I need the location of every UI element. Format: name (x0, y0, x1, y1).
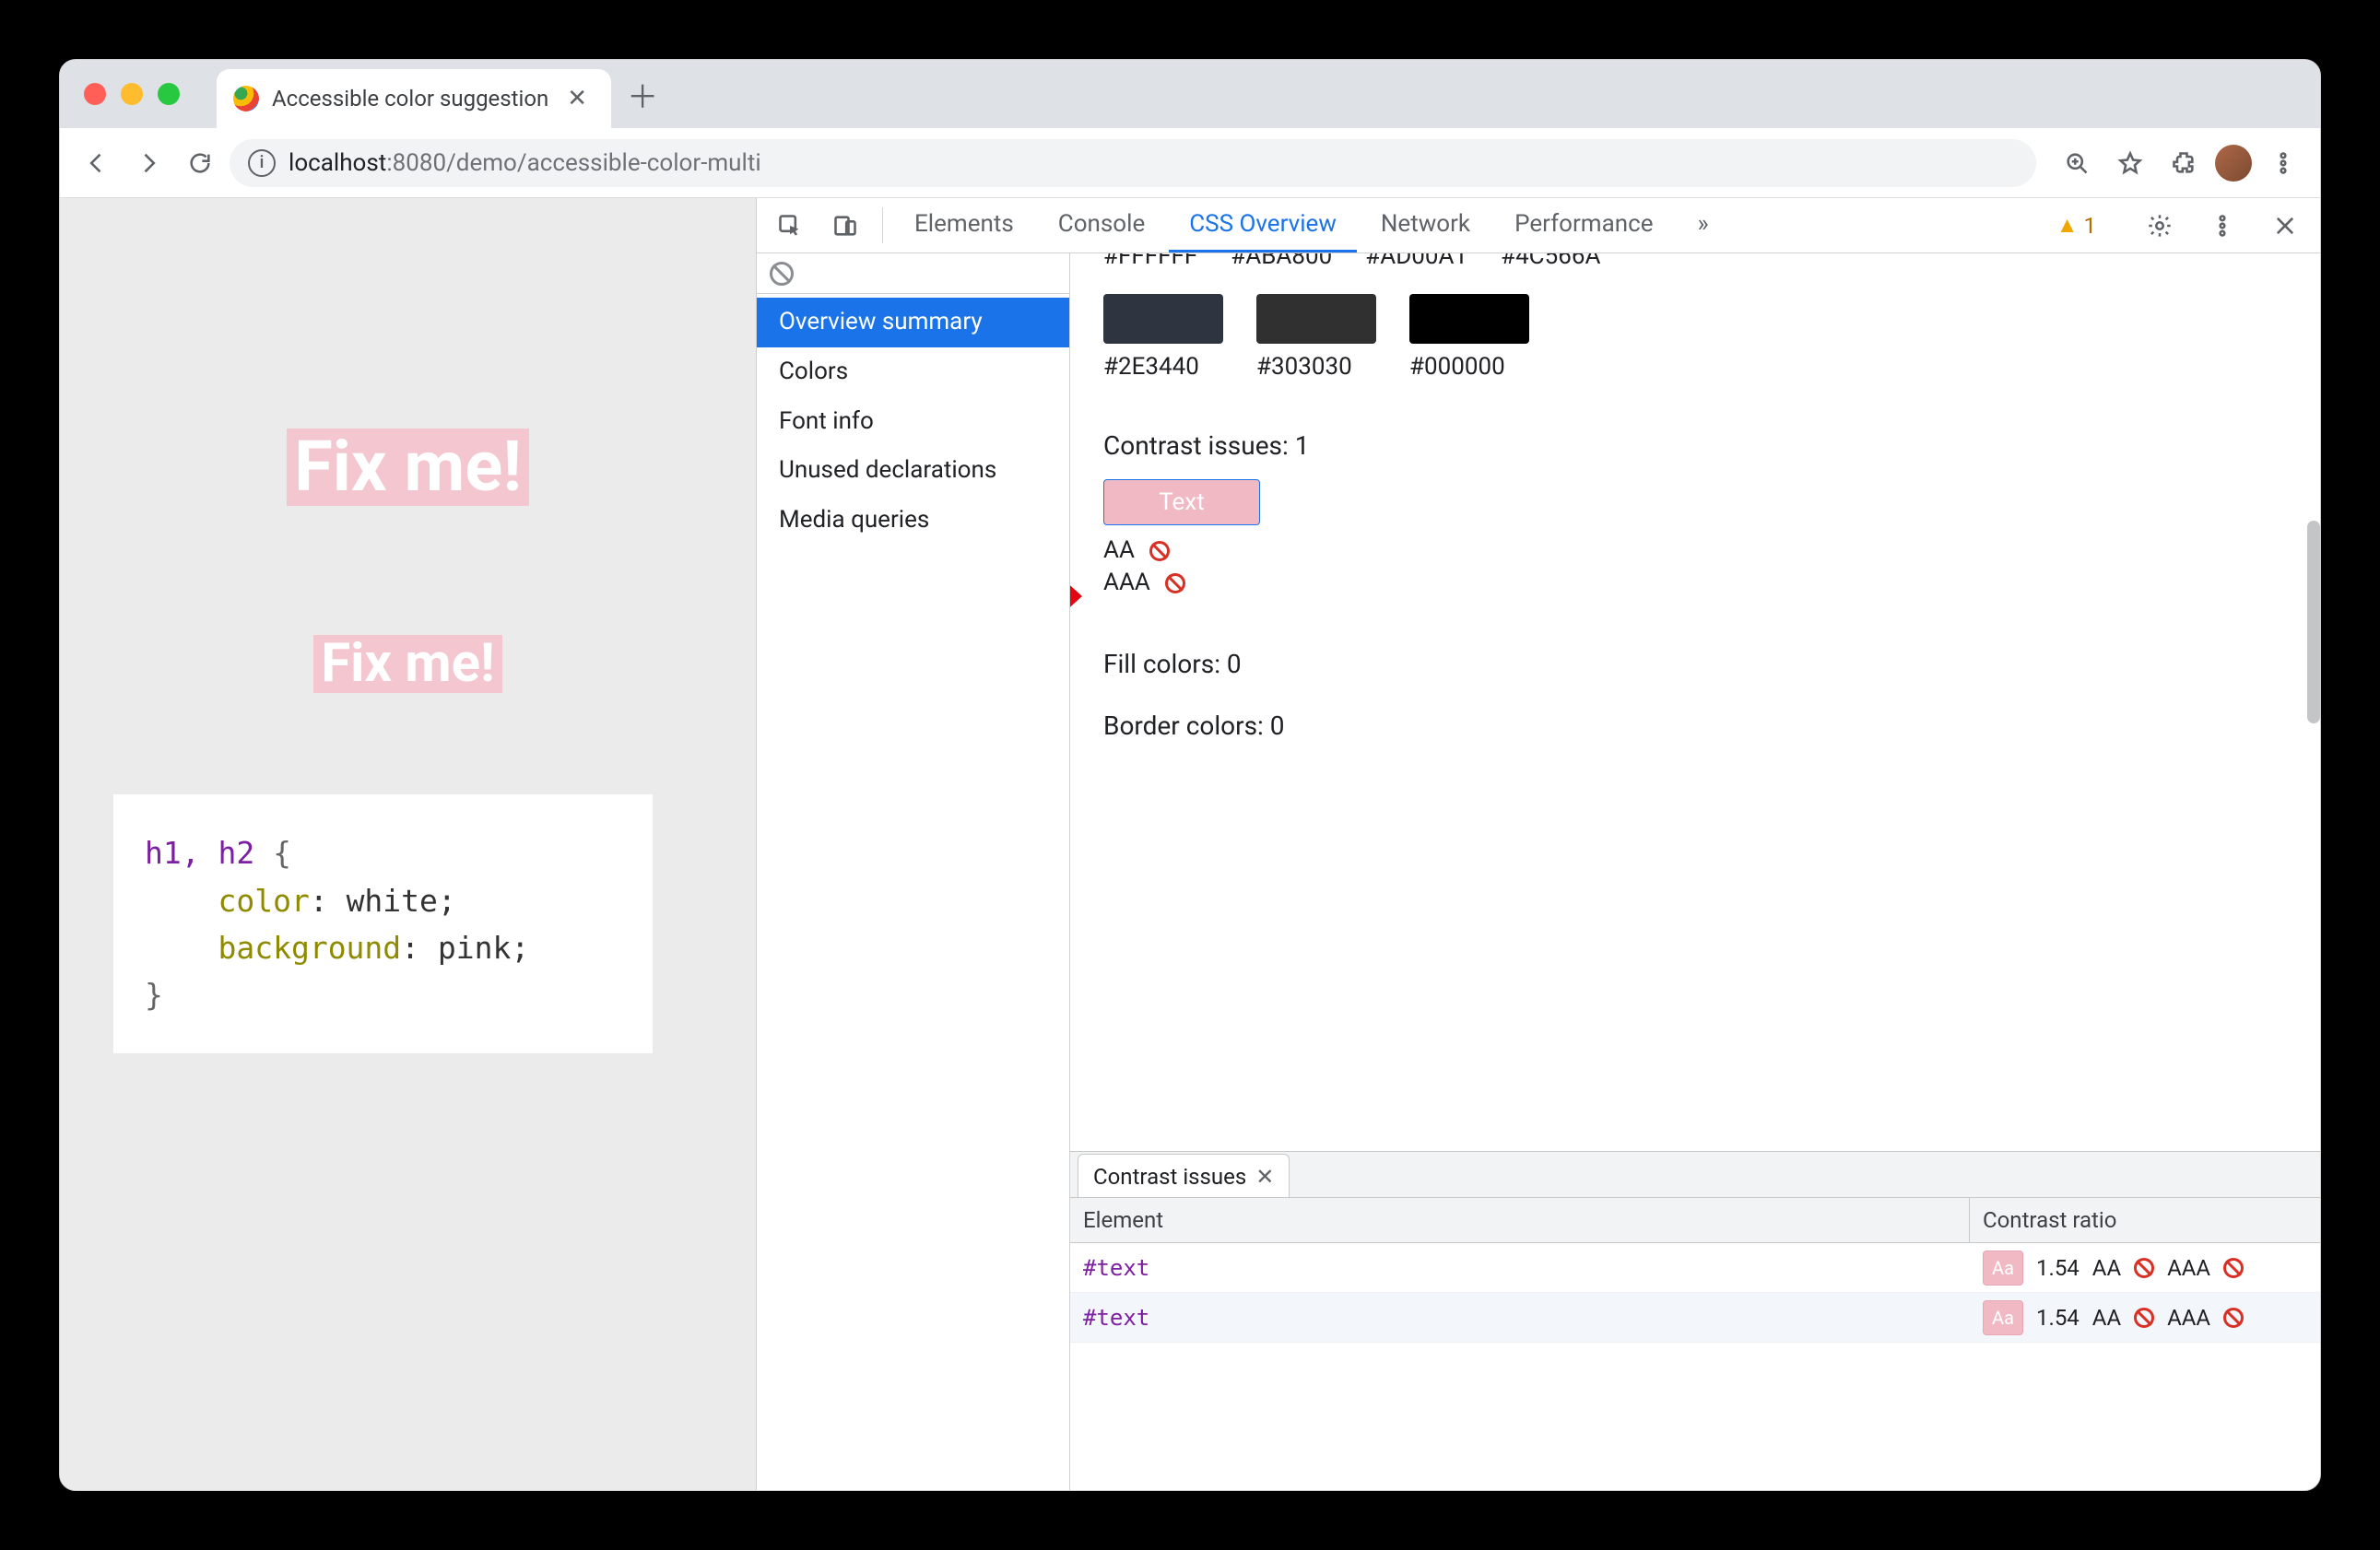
color-swatch[interactable] (1103, 294, 1223, 344)
annotation-arrow-icon (1070, 563, 1082, 629)
scrollbar-thumb[interactable] (2307, 521, 2320, 723)
color-swatch[interactable] (1409, 294, 1529, 344)
tab-elements[interactable]: Elements (894, 198, 1034, 252)
main-area: Fix me! Fix me! h1, h2 { color: white; b… (60, 198, 2320, 1490)
devtools-panel: Elements Console CSS Overview Network Pe… (756, 198, 2320, 1490)
site-info-icon[interactable]: i (248, 149, 276, 177)
css-overview-sidebar: Overview summary Colors Font info Unused… (757, 253, 1070, 1490)
issue-contrast: Aa1.54AAAAA (1970, 1245, 2320, 1291)
swatch-hex-label: #2E3440 (1103, 353, 1223, 381)
fail-icon (2223, 1308, 2244, 1328)
sidebar-item-colors[interactable]: Colors (757, 347, 1069, 397)
url-text: localhost:8080/demo/accessible-color-mul… (289, 149, 761, 177)
close-window-button[interactable] (84, 83, 106, 105)
swatch-hex-label: #303030 (1256, 353, 1376, 381)
new-tab-button[interactable]: ＋ (620, 72, 665, 116)
fail-icon (2134, 1258, 2154, 1278)
warning-count[interactable]: ▲ 1 (2056, 212, 2096, 239)
devtools-tabstrip: Elements Console CSS Overview Network Pe… (757, 198, 2320, 253)
minimize-window-button[interactable] (121, 83, 143, 105)
color-swatch[interactable] (1256, 294, 1376, 344)
warning-icon: ▲ (2056, 212, 2079, 239)
back-button[interactable] (75, 141, 119, 185)
contrast-levels: AA AAA (1103, 534, 2287, 599)
aaa-label: AAA (1103, 567, 1150, 599)
devtools-settings-icon[interactable] (2134, 213, 2186, 239)
fail-icon (1149, 541, 1170, 561)
contrast-table-header: Element Contrast ratio (1070, 1198, 2320, 1243)
device-toolbar-icon[interactable] (819, 198, 871, 252)
sidebar-item-overview-summary[interactable]: Overview summary (757, 298, 1069, 347)
issue-element: #text (1070, 1250, 1970, 1286)
swatch-hex-label: #AD00A1 (1365, 253, 1467, 270)
aa-label: AA (1103, 534, 1135, 567)
address-bar[interactable]: i localhost:8080/demo/accessible-color-m… (230, 139, 2036, 187)
zoom-icon[interactable] (2055, 141, 2099, 185)
css-overview-content: #FFFFFF #ABA800 #AD00A1 #4C566A #2E3440 #303… (1070, 253, 2320, 1151)
col-element: Element (1070, 1198, 1970, 1242)
fail-icon (2223, 1258, 2244, 1278)
col-contrast: Contrast ratio (1970, 1198, 2320, 1242)
devtools-close-icon[interactable] (2259, 213, 2311, 239)
sidebar-item-font-info[interactable]: Font info (757, 397, 1069, 447)
extensions-icon[interactable] (2162, 141, 2206, 185)
contrast-issues-tab[interactable]: Contrast issues ✕ (1078, 1154, 1290, 1197)
issue-element: #text (1070, 1299, 1970, 1336)
swatch-hex-label: #ABA800 (1231, 253, 1332, 270)
clear-overview-button[interactable] (757, 253, 1069, 294)
fill-colors-heading: Fill colors: 0 (1103, 649, 2287, 679)
tab-console[interactable]: Console (1038, 198, 1165, 252)
tab-performance[interactable]: Performance (1494, 198, 1673, 252)
sidebar-item-media-queries[interactable]: Media queries (757, 496, 1069, 546)
fail-icon (1165, 573, 1185, 593)
tab-more[interactable]: » (1677, 198, 1728, 252)
browser-menu-icon[interactable] (2261, 141, 2305, 185)
sample-chip-icon: Aa (1983, 1300, 2023, 1335)
bookmark-star-icon[interactable] (2108, 141, 2152, 185)
swatch-hex-label: #000000 (1409, 353, 1529, 381)
tab-css-overview[interactable]: CSS Overview (1169, 198, 1357, 252)
devtools-menu-icon[interactable] (2197, 213, 2248, 239)
contrast-text-chip[interactable]: Text (1103, 479, 1260, 525)
swatch-hex-label: #FFFFFF (1103, 253, 1197, 270)
contrast-issue-row[interactable]: #textAa1.54AAAAA (1070, 1293, 2320, 1343)
contrast-issue-row[interactable]: #textAa1.54AAAAA (1070, 1243, 2320, 1293)
titlebar: Accessible color suggestion ✕ ＋ (60, 60, 2320, 128)
window-controls (84, 83, 180, 105)
forward-button[interactable] (126, 141, 171, 185)
browser-tab[interactable]: Accessible color suggestion ✕ (217, 69, 611, 128)
contrast-issues-heading: Contrast issues: 1 (1103, 430, 2287, 461)
issue-contrast: Aa1.54AAAAA (1970, 1295, 2320, 1341)
browser-window: Accessible color suggestion ✕ ＋ i localh… (59, 59, 2321, 1491)
inspect-element-icon[interactable] (764, 198, 816, 252)
contrast-issues-panel: Contrast issues ✕ Element Contrast ratio… (1070, 1151, 2320, 1490)
tab-title: Accessible color suggestion (272, 86, 548, 112)
tab-network[interactable]: Network (1361, 198, 1490, 252)
maximize-window-button[interactable] (158, 83, 180, 105)
close-icon[interactable]: ✕ (1255, 1164, 1274, 1190)
browser-toolbar: i localhost:8080/demo/accessible-color-m… (60, 128, 2320, 198)
swatch-hex-label: #4C566A (1501, 253, 1600, 270)
fail-icon (2134, 1308, 2154, 1328)
sample-chip-icon: Aa (1983, 1251, 2023, 1286)
rendered-page: Fix me! Fix me! h1, h2 { color: white; b… (60, 198, 756, 1490)
border-colors-heading: Border colors: 0 (1103, 710, 2287, 741)
demo-heading-2: Fix me! (313, 635, 501, 694)
sidebar-item-unused-declarations[interactable]: Unused declarations (757, 446, 1069, 496)
reload-button[interactable] (178, 141, 222, 185)
profile-avatar[interactable] (2215, 145, 2252, 182)
clear-icon (770, 262, 794, 286)
tab-close-button[interactable]: ✕ (561, 85, 593, 112)
code-snippet: h1, h2 { color: white; background: pink;… (113, 794, 653, 1053)
tab-favicon-icon (233, 86, 259, 112)
demo-heading-1: Fix me! (287, 429, 529, 506)
